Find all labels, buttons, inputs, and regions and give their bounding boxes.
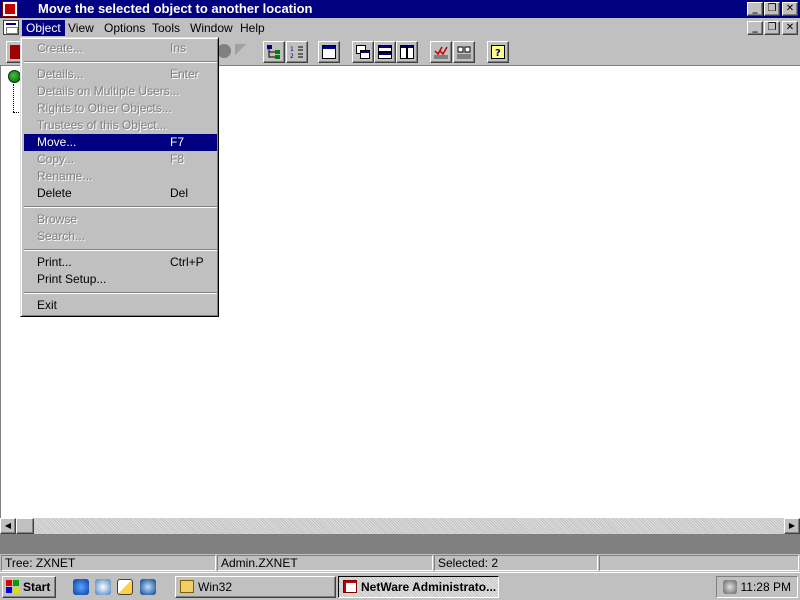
scroll-left-arrow-icon[interactable]: ◀	[0, 518, 16, 534]
status-empty	[599, 555, 799, 571]
netware-icon	[343, 580, 357, 593]
help-icon: ?	[491, 45, 505, 59]
search-icon	[217, 44, 231, 58]
show-desktop-icon[interactable]	[117, 579, 133, 595]
new-window-button[interactable]	[318, 41, 340, 63]
tile-vertical-button[interactable]	[396, 41, 418, 63]
help-button[interactable]: ?	[487, 41, 509, 63]
object-menu-dropdown: Create... Ins Details... Enter Details on …	[20, 37, 219, 317]
tile-vertical-icon	[400, 45, 414, 59]
sort-button[interactable]: 12	[286, 41, 308, 63]
app-icon[interactable]	[2, 1, 18, 17]
doc-close-button[interactable]: ✕	[782, 21, 798, 35]
outlook-express-icon[interactable]	[95, 579, 111, 595]
menu-item-move[interactable]: Move... F7	[24, 134, 217, 151]
cascade-icon	[356, 45, 370, 59]
trustees-icon	[457, 46, 471, 59]
tile-horizontal-icon	[378, 45, 392, 59]
menu-separator	[24, 292, 217, 294]
taskbar: Start Win32 NetWare Administrato... 11:2…	[0, 572, 800, 600]
menu-item-exit[interactable]: Exit	[24, 297, 217, 314]
trustees-button[interactable]	[453, 41, 475, 63]
system-tray: 11:28 PM	[716, 576, 798, 598]
menu-help[interactable]: Help	[236, 20, 269, 36]
document-system-menu-icon[interactable]	[3, 20, 19, 35]
svg-text:2: 2	[290, 53, 294, 59]
menu-window[interactable]: Window	[186, 20, 237, 36]
status-selected: Selected: 2	[434, 555, 598, 571]
menu-view[interactable]: View	[64, 20, 98, 36]
svg-text:?: ?	[495, 48, 501, 59]
key-tool-button[interactable]	[232, 41, 254, 63]
checkmark-rights-icon	[434, 46, 448, 59]
menu-item-delete[interactable]: Delete Del	[24, 185, 217, 202]
restore-button[interactable]: ❐	[764, 2, 780, 16]
menu-separator	[24, 61, 217, 63]
window-title: Move the selected object to another loca…	[38, 1, 313, 16]
menu-item-details-multiple-users[interactable]: Details on Multiple Users...	[24, 83, 217, 100]
channels-icon[interactable]	[140, 579, 156, 595]
mdi-background	[0, 534, 800, 554]
menu-item-print-setup[interactable]: Print Setup...	[24, 271, 217, 288]
network-tray-icon[interactable]	[723, 580, 737, 594]
menu-item-browse[interactable]: Browse	[24, 211, 217, 228]
start-label: Start	[23, 580, 51, 594]
folder-icon	[180, 580, 194, 593]
menu-item-print[interactable]: Print... Ctrl+P	[24, 254, 217, 271]
svg-text:1: 1	[290, 46, 294, 53]
menu-item-create[interactable]: Create... Ins	[24, 40, 217, 57]
window-icon	[322, 45, 336, 59]
cascade-button[interactable]	[352, 41, 374, 63]
task-win32[interactable]: Win32	[175, 576, 336, 598]
windows-logo-icon	[6, 580, 20, 594]
scroll-thumb[interactable]	[16, 518, 34, 534]
menu-item-rename[interactable]: Rename...	[24, 168, 217, 185]
menu-separator	[24, 206, 217, 208]
status-context: Admin.ZXNET	[217, 555, 433, 571]
key-icon	[235, 44, 249, 58]
menu-tools[interactable]: Tools	[148, 20, 184, 36]
horizontal-scrollbar[interactable]: ◀ ▶	[0, 518, 800, 534]
close-button[interactable]: ✕	[782, 2, 798, 16]
rights-button[interactable]	[430, 41, 452, 63]
menu-item-details[interactable]: Details... Enter	[24, 66, 217, 83]
tree-icon	[267, 45, 280, 59]
scroll-right-arrow-icon[interactable]: ▶	[784, 518, 800, 534]
tree-view-button[interactable]	[263, 41, 285, 63]
task-label: NetWare Administrato...	[361, 580, 497, 594]
menu-separator	[24, 249, 217, 251]
menu-object[interactable]: Object	[22, 20, 65, 36]
internet-explorer-icon[interactable]	[73, 579, 89, 595]
status-bar: Tree: ZXNET Admin.ZXNET Selected: 2	[0, 554, 800, 572]
task-label: Win32	[198, 580, 233, 594]
doc-restore-button[interactable]: ❐	[764, 21, 780, 35]
doc-minimize-button[interactable]: _	[747, 21, 763, 35]
menu-item-trustees[interactable]: Trustees of this Object...	[24, 117, 217, 134]
clock[interactable]: 11:28 PM	[741, 577, 791, 597]
menu-bar: Object View Options Tools Window Help _ …	[0, 18, 800, 38]
menu-item-rights-to-other-objects[interactable]: Rights to Other Objects...	[24, 100, 217, 117]
tree-connector-branch	[13, 112, 19, 113]
status-tree: Tree: ZXNET	[1, 555, 216, 571]
menu-options[interactable]: Options	[100, 20, 149, 36]
task-netware-administrator[interactable]: NetWare Administrato...	[338, 576, 499, 598]
menu-item-search[interactable]: Search...	[24, 228, 217, 245]
menu-item-copy[interactable]: Copy... F8	[24, 151, 217, 168]
start-button[interactable]: Start	[2, 576, 56, 598]
minimize-button[interactable]: _	[747, 2, 763, 16]
title-bar[interactable]: Move the selected object to another loca…	[0, 0, 800, 18]
tile-horizontal-button[interactable]	[374, 41, 396, 63]
sort-numeric-icon: 12	[290, 46, 303, 59]
tree-connector	[13, 84, 14, 112]
